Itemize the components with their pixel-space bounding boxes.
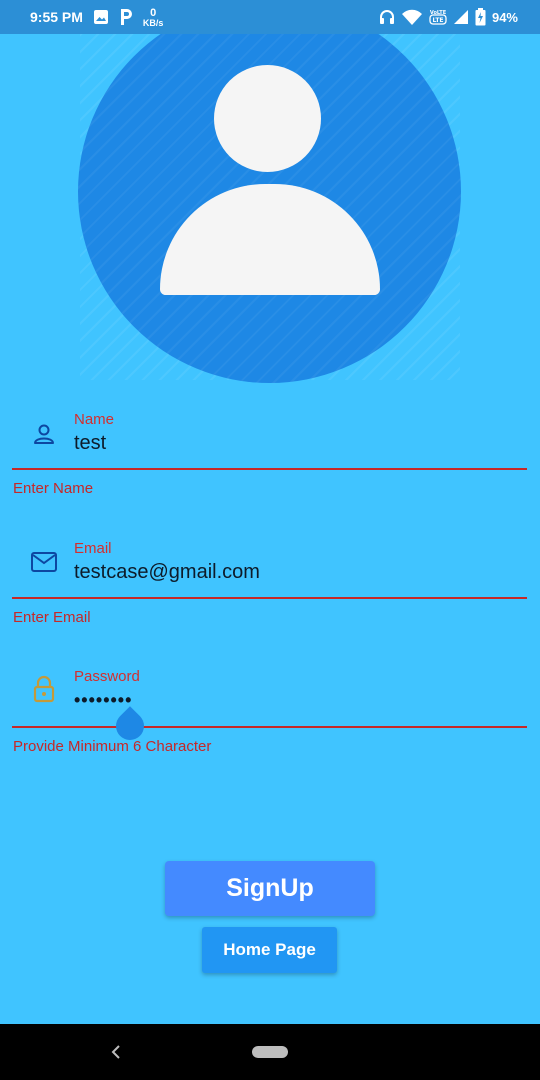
mail-icon — [31, 552, 57, 572]
password-label: Password — [74, 668, 140, 685]
wifi-icon — [401, 9, 422, 25]
home-pill-icon[interactable] — [252, 1046, 288, 1058]
email-input-value[interactable]: testcase@gmail.com — [74, 561, 260, 584]
signal-icon — [453, 10, 468, 24]
password-field[interactable]: Password •••••••• Provide Minimum 6 Char… — [12, 658, 527, 768]
back-icon[interactable] — [106, 1040, 126, 1064]
email-field[interactable]: Email testcase@gmail.com Enter Email — [12, 529, 527, 639]
svg-text:LTE: LTE — [432, 17, 443, 24]
image-icon — [93, 10, 108, 24]
avatar-circle — [78, 0, 461, 383]
lock-icon — [33, 675, 55, 703]
status-right: LTE VoLTE 94% — [379, 8, 518, 26]
data-rate-unit: KB/s — [142, 17, 164, 28]
status-left: 9:55 PM 0 KB/s — [30, 6, 164, 28]
email-error: Enter Email — [13, 609, 91, 626]
name-label: Name — [74, 411, 115, 428]
data-rate: 0 KB/s — [142, 6, 164, 28]
person-outline-icon — [34, 424, 54, 444]
parking-icon — [120, 9, 132, 25]
data-rate-value: 0 — [150, 6, 157, 19]
signup-button[interactable]: SignUp — [165, 861, 375, 916]
person-icon-head — [214, 65, 321, 172]
name-input-value[interactable]: test — [74, 432, 106, 455]
status-time: 9:55 PM — [30, 9, 83, 25]
password-error: Provide Minimum 6 Character — [13, 738, 212, 755]
email-underline — [12, 597, 527, 599]
battery-icon — [475, 8, 486, 26]
status-bar: 9:55 PM 0 KB/s LTE VoLTE 94% — [0, 0, 540, 34]
email-label: Email — [74, 540, 112, 557]
name-field[interactable]: Name test Enter Name — [12, 400, 527, 510]
person-icon-body — [160, 184, 380, 295]
battery-percent: 94% — [491, 9, 518, 25]
password-input-value[interactable]: •••••••• — [74, 690, 132, 711]
home-page-button[interactable]: Home Page — [202, 927, 337, 973]
name-underline — [12, 468, 527, 470]
volte-icon: LTE VoLTE — [429, 10, 447, 25]
headset-icon — [379, 10, 394, 24]
navigation-bar — [0, 1024, 540, 1080]
svg-text:VoLTE: VoLTE — [430, 10, 447, 16]
password-underline — [12, 706, 527, 746]
name-error: Enter Name — [13, 480, 94, 497]
